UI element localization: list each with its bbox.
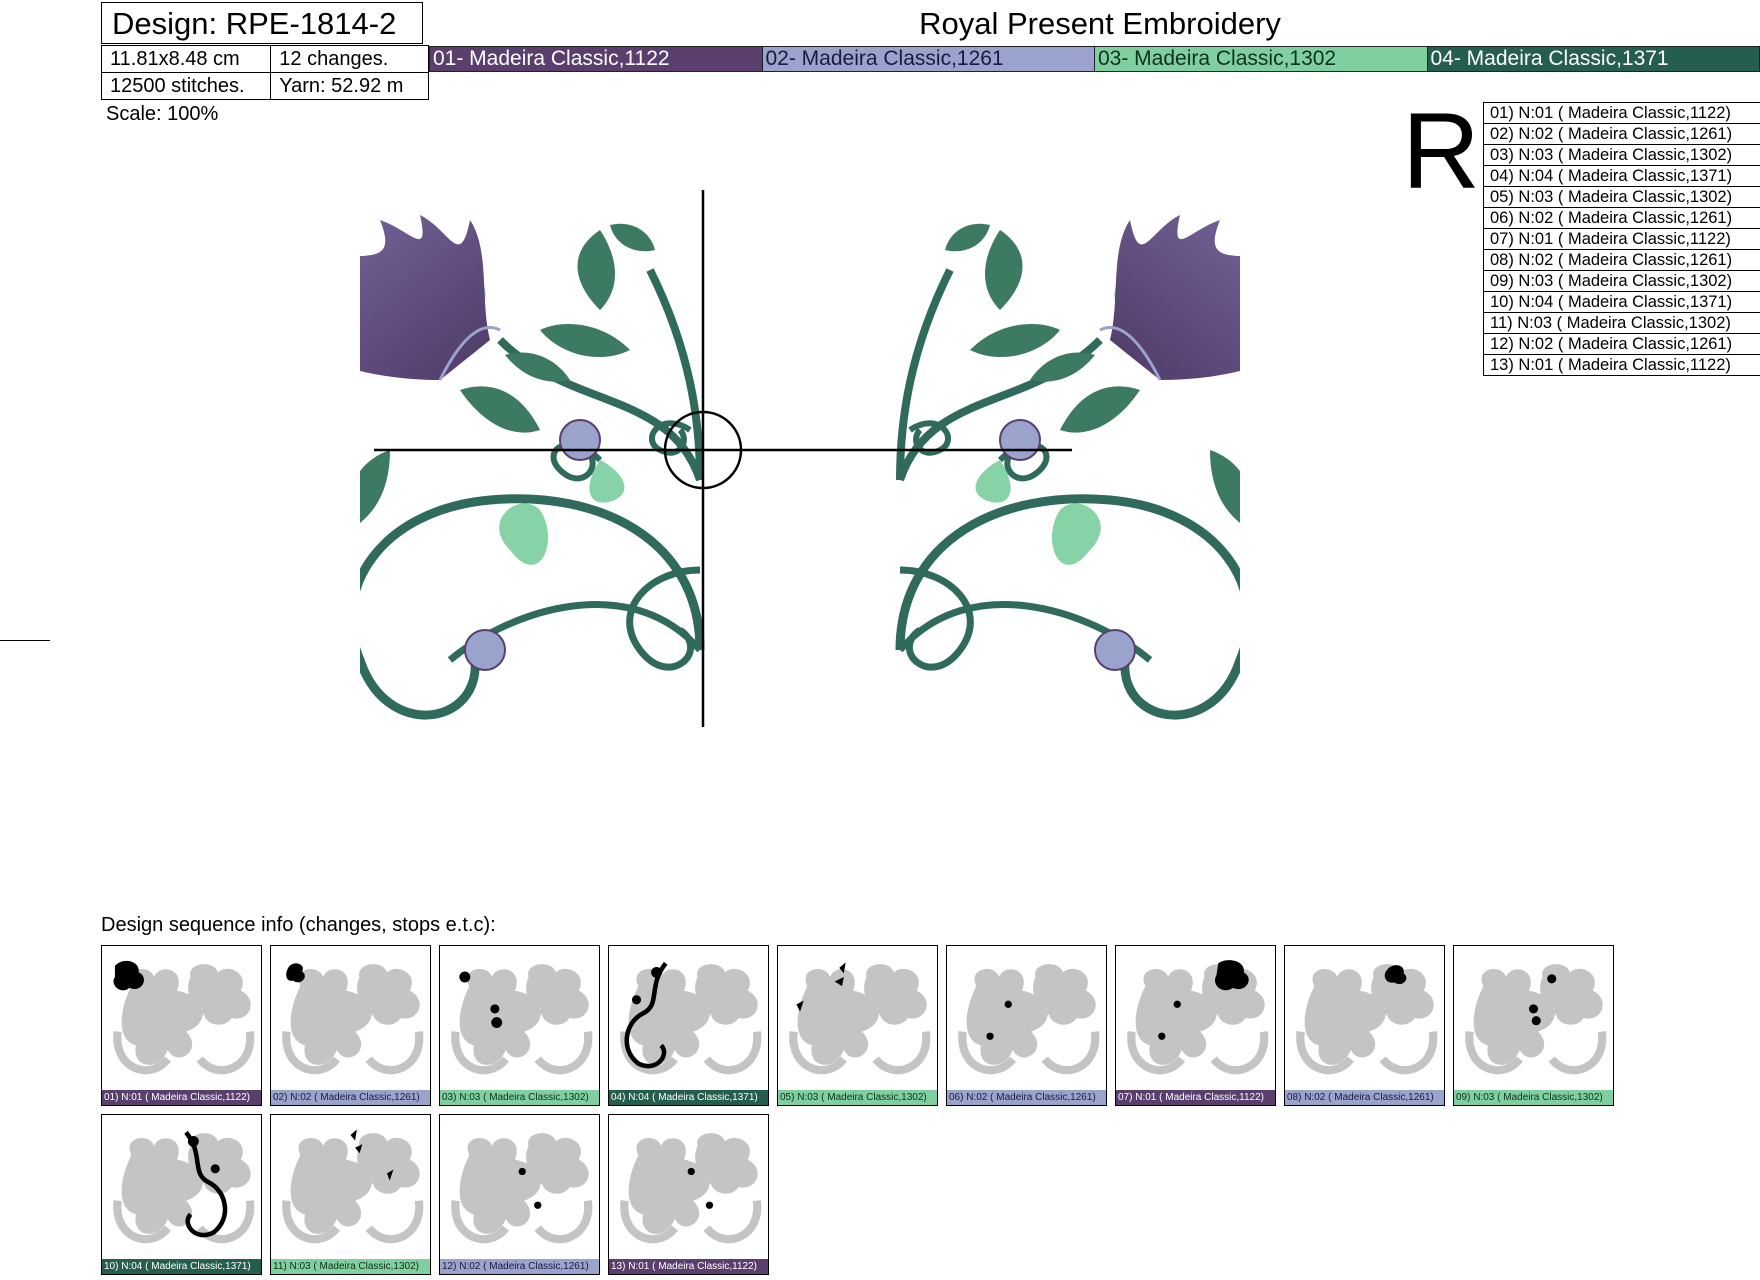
thumbnail-caption: 08) N:02 ( Madeira Classic,1261) <box>1285 1090 1444 1105</box>
stitch-count: 12500 stitches. <box>100 72 272 100</box>
stop-list-item: 04) N:04 ( Madeira Classic,1371) <box>1483 165 1760 187</box>
stop-list-item: 13) N:01 ( Madeira Classic,1122) <box>1483 354 1760 376</box>
stop-list: 01) N:01 ( Madeira Classic,1122) 02) N:02… <box>1483 102 1760 376</box>
design-title: Design: RPE-1814-2 <box>101 2 423 44</box>
thumbnail-caption: 04) N:04 ( Madeira Classic,1371) <box>609 1090 768 1105</box>
brand-title: Royal Present Embroidery <box>919 6 1281 41</box>
stop-list-item: 11) N:03 ( Madeira Classic,1302) <box>1483 312 1760 334</box>
yarn-length: Yarn: 52.92 m <box>270 72 429 100</box>
thumbnail-preview <box>451 964 593 1075</box>
thumbnail-preview <box>113 960 255 1075</box>
sequence-title: Design sequence info (changes, stops e.t… <box>101 914 496 936</box>
thread-color-2: 02- Madeira Classic,1261 <box>762 47 1095 71</box>
sequence-thumbnail: 12) N:02 ( Madeira Classic,1261) <box>439 1114 600 1275</box>
sequence-thumbnail: 03) N:03 ( Madeira Classic,1302) <box>439 945 600 1106</box>
stop-list-item: 07) N:01 ( Madeira Classic,1122) <box>1483 228 1760 250</box>
stop-list-item: 10) N:04 ( Madeira Classic,1371) <box>1483 291 1760 313</box>
thumbnail-caption: 03) N:03 ( Madeira Classic,1302) <box>440 1090 599 1105</box>
thread-color-1: 01- Madeira Classic,1122 <box>430 47 763 71</box>
sequence-thumbnail: 02) N:02 ( Madeira Classic,1261) <box>270 945 431 1106</box>
thumbnail-caption: 07) N:01 ( Madeira Classic,1122) <box>1116 1090 1275 1105</box>
thread-color-3: 03- Madeira Classic,1302 <box>1095 47 1428 71</box>
sequence-thumbnail: 06) N:02 ( Madeira Classic,1261) <box>946 945 1107 1106</box>
design-size: 11.81x8.48 cm <box>100 45 272 73</box>
thumbnail-preview <box>113 1130 255 1244</box>
thumbnail-caption: 10) N:04 ( Madeira Classic,1371) <box>102 1259 261 1274</box>
thumbnail-preview <box>620 961 762 1075</box>
sequence-thumbnail: 04) N:04 ( Madeira Classic,1371) <box>608 945 769 1106</box>
thumbnail-caption: 09) N:03 ( Madeira Classic,1302) <box>1454 1090 1613 1105</box>
thumbnail-preview <box>789 962 931 1075</box>
thumbnail-preview <box>1465 964 1607 1075</box>
stop-list-item: 09) N:03 ( Madeira Classic,1302) <box>1483 270 1760 292</box>
thumbnail-caption: 01) N:01 ( Madeira Classic,1122) <box>102 1090 261 1105</box>
thumbnail-caption: 02) N:02 ( Madeira Classic,1261) <box>271 1090 430 1105</box>
thumbnail-preview <box>282 963 424 1075</box>
embroidery-preview <box>360 190 1240 727</box>
sequence-thumbnail: 13) N:01 ( Madeira Classic,1122) <box>608 1114 769 1275</box>
sequence-thumbnail: 01) N:01 ( Madeira Classic,1122) <box>101 945 262 1106</box>
thumbnail-preview <box>451 1133 593 1244</box>
sequence-thumbnail: 11) N:03 ( Madeira Classic,1302) <box>270 1114 431 1275</box>
thumbnail-caption: 12) N:02 ( Madeira Classic,1261) <box>440 1259 599 1274</box>
sequence-thumbnail: 08) N:02 ( Madeira Classic,1261) <box>1284 945 1445 1106</box>
stop-list-item: 02) N:02 ( Madeira Classic,1261) <box>1483 123 1760 145</box>
sequence-thumbnail: 09) N:03 ( Madeira Classic,1302) <box>1453 945 1614 1106</box>
thumbnail-caption: 13) N:01 ( Madeira Classic,1122) <box>609 1259 768 1274</box>
stop-list-item: 05) N:03 ( Madeira Classic,1302) <box>1483 186 1760 208</box>
thumbnail-preview <box>958 964 1100 1075</box>
thumbnail-preview <box>282 1129 424 1244</box>
stop-list-item: 01) N:01 ( Madeira Classic,1122) <box>1483 102 1760 124</box>
stop-list-item: 12) N:02 ( Madeira Classic,1261) <box>1483 333 1760 355</box>
thumbnail-preview <box>1127 960 1269 1075</box>
thumbnail-preview <box>620 1133 762 1244</box>
thread-color-bar: 01- Madeira Classic,1122 02- Madeira Cla… <box>429 46 1760 72</box>
thumbnail-preview <box>1296 964 1438 1075</box>
thumbnail-caption: 11) N:03 ( Madeira Classic,1302) <box>271 1259 430 1274</box>
rotation-mark: R <box>1402 90 1480 211</box>
sequence-thumbnail: 05) N:03 ( Madeira Classic,1302) <box>777 945 938 1106</box>
stop-list-item: 03) N:03 ( Madeira Classic,1302) <box>1483 144 1760 166</box>
stop-list-item: 08) N:02 ( Madeira Classic,1261) <box>1483 249 1760 271</box>
scale-label: Scale: 100% <box>106 103 219 125</box>
thread-color-4: 04- Madeira Classic,1371 <box>1427 47 1760 71</box>
design-info-table: 11.81x8.48 cm 12 changes. 12500 stitches… <box>100 45 429 100</box>
stop-list-item: 06) N:02 ( Madeira Classic,1261) <box>1483 207 1760 229</box>
color-changes: 12 changes. <box>270 45 429 73</box>
sequence-thumbnail: 07) N:01 ( Madeira Classic,1122) <box>1115 945 1276 1106</box>
thumbnail-caption: 06) N:02 ( Madeira Classic,1261) <box>947 1090 1106 1105</box>
thumbnail-caption: 05) N:03 ( Madeira Classic,1302) <box>778 1090 937 1105</box>
edge-tick <box>0 640 50 641</box>
sequence-thumbnail: 10) N:04 ( Madeira Classic,1371) <box>101 1114 262 1275</box>
